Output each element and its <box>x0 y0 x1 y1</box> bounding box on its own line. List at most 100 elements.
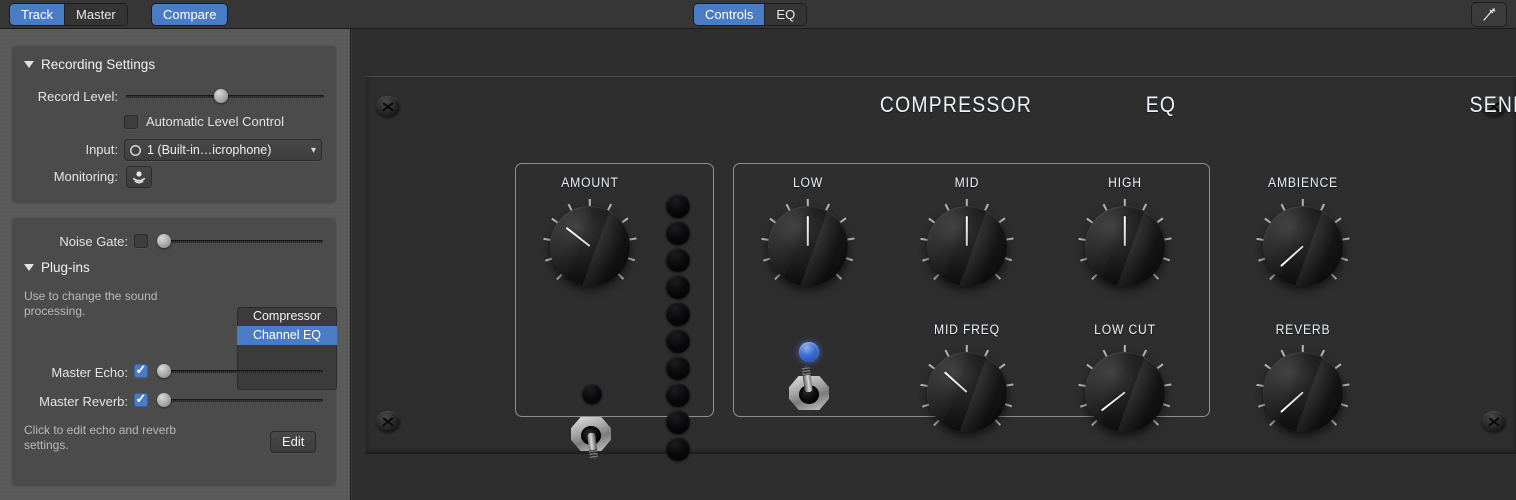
eq-low-cut-label: LOW CUT <box>1094 322 1156 337</box>
compare-button[interactable]: Compare <box>152 4 228 25</box>
tab-master[interactable]: Master <box>65 4 127 25</box>
meter-led <box>666 329 690 353</box>
input-source-dropdown[interactable]: 1 (Built-in…icrophone) ▾ <box>124 139 322 161</box>
recording-settings-group: Recording Settings Record Level: Automat… <box>11 45 337 204</box>
compressor-bypass-switch[interactable] <box>568 413 614 465</box>
eq-mid-freq-label: MID FREQ <box>934 322 1000 337</box>
slider-thumb[interactable] <box>214 89 229 103</box>
screw-icon <box>1482 411 1506 432</box>
knob-tick <box>994 419 1001 426</box>
tab-track[interactable]: Track <box>10 4 66 25</box>
knob-tick <box>1302 345 1304 352</box>
knob-tick <box>617 273 624 280</box>
screw-icon <box>376 411 400 432</box>
sends-ambience-knob[interactable] <box>1256 199 1350 292</box>
edit-button[interactable]: Edit <box>270 431 317 453</box>
knob-tick <box>1004 403 1012 408</box>
knob-tick <box>845 257 853 262</box>
meter-led <box>666 356 690 380</box>
meter-led <box>666 410 690 434</box>
eq-low-cut-knob[interactable] <box>1078 345 1172 438</box>
knob-tick <box>1340 257 1348 262</box>
slider-track <box>157 399 323 402</box>
knob-tick <box>966 345 968 352</box>
knob-tick <box>1124 199 1126 206</box>
compressor-status-led <box>582 384 602 404</box>
knob-tick <box>627 257 635 262</box>
slider-thumb[interactable] <box>157 364 171 378</box>
meter-led <box>666 221 690 245</box>
meter-led <box>666 194 690 218</box>
knob-tick <box>1152 273 1159 280</box>
eq-high-knob[interactable] <box>1078 199 1172 292</box>
plugins-hint: Use to change the sound processing. <box>24 289 158 318</box>
slider-track <box>157 240 323 243</box>
knob-tick <box>1124 345 1126 352</box>
section-title-sends: SENDS <box>1469 92 1516 117</box>
master-reverb-slider[interactable] <box>157 393 323 407</box>
master-echo-checkbox[interactable] <box>134 362 148 378</box>
mono-circle-icon <box>130 145 141 156</box>
slider-thumb[interactable] <box>157 393 171 407</box>
eq-low-knob[interactable] <box>761 199 855 292</box>
monitoring-label: Monitoring: <box>53 169 118 184</box>
meter-led <box>666 248 690 272</box>
track-master-segmented-control[interactable]: Track Master <box>10 4 127 25</box>
knob-tick <box>835 273 842 280</box>
plugins-title: Plug-ins <box>41 260 90 275</box>
automatic-level-control-row[interactable]: Automatic Level Control <box>124 114 284 129</box>
compressor-amount-label: AMOUNT <box>561 175 619 190</box>
plugin-editor-window: Track Master Compare Controls EQ Recordi… <box>0 0 1516 500</box>
knob-body[interactable] <box>927 352 1007 432</box>
eq-high-label: HIGH <box>1108 175 1142 190</box>
meter-led <box>666 383 690 407</box>
eq-mid-knob[interactable] <box>920 199 1014 292</box>
record-level-slider[interactable] <box>126 89 324 103</box>
tuner-button[interactable] <box>1472 3 1506 26</box>
slider-track <box>157 370 323 373</box>
recording-settings-title: Recording Settings <box>41 57 156 72</box>
tab-controls[interactable]: Controls <box>694 4 766 25</box>
compare-button-group[interactable]: Compare <box>152 4 228 25</box>
knob-tick <box>807 199 809 206</box>
recording-settings-disclosure[interactable]: Recording Settings <box>24 57 155 72</box>
knob-tick <box>1162 257 1170 262</box>
knob-tick <box>1330 273 1337 280</box>
triangle-down-icon <box>24 264 34 271</box>
monitor-speaker-icon <box>132 170 146 183</box>
master-reverb-checkbox[interactable] <box>134 391 148 407</box>
eq-bypass-switch[interactable] <box>786 365 832 424</box>
knob-tick <box>1340 403 1348 408</box>
eq-mid-label: MID <box>954 175 980 190</box>
triangle-down-icon <box>24 61 34 68</box>
knob-body[interactable] <box>550 206 630 286</box>
list-item[interactable]: Compressor <box>237 307 337 326</box>
compressor-amount-knob[interactable] <box>543 199 637 292</box>
tab-eq[interactable]: EQ <box>765 4 807 25</box>
eq-low-label: LOW <box>792 175 824 190</box>
automatic-level-control-checkbox[interactable] <box>124 114 138 129</box>
screw-icon <box>376 96 400 117</box>
noise-gate-checkbox[interactable] <box>134 234 148 248</box>
sends-reverb-label: REVERB <box>1275 322 1331 337</box>
master-echo-slider[interactable] <box>157 364 323 378</box>
input-label: Input: <box>85 142 118 157</box>
meter-led <box>666 437 690 461</box>
knob-tick <box>1342 383 1350 387</box>
monitoring-toggle-button[interactable] <box>126 166 152 188</box>
plugins-disclosure[interactable]: Plug-ins <box>24 260 90 275</box>
controls-eq-segmented-control[interactable]: Controls EQ <box>694 4 807 25</box>
slider-thumb[interactable] <box>157 234 171 248</box>
noise-gate-slider[interactable] <box>157 234 323 248</box>
sends-reverb-knob[interactable] <box>1256 345 1350 438</box>
automatic-level-control-label: Automatic Level Control <box>146 114 285 129</box>
knob-tick <box>1006 237 1014 241</box>
knob-tick <box>629 237 637 241</box>
eq-mid-freq-knob[interactable] <box>920 345 1014 438</box>
chevron-down-icon: ▾ <box>310 144 316 156</box>
list-item[interactable]: Channel EQ <box>237 326 337 345</box>
knob-tick <box>589 199 591 206</box>
channel-strip-rack: COMPRESSOR EQ SENDS AMOUNT <box>366 76 1516 461</box>
knob-tick <box>966 199 968 206</box>
knob-tick <box>1302 199 1304 206</box>
